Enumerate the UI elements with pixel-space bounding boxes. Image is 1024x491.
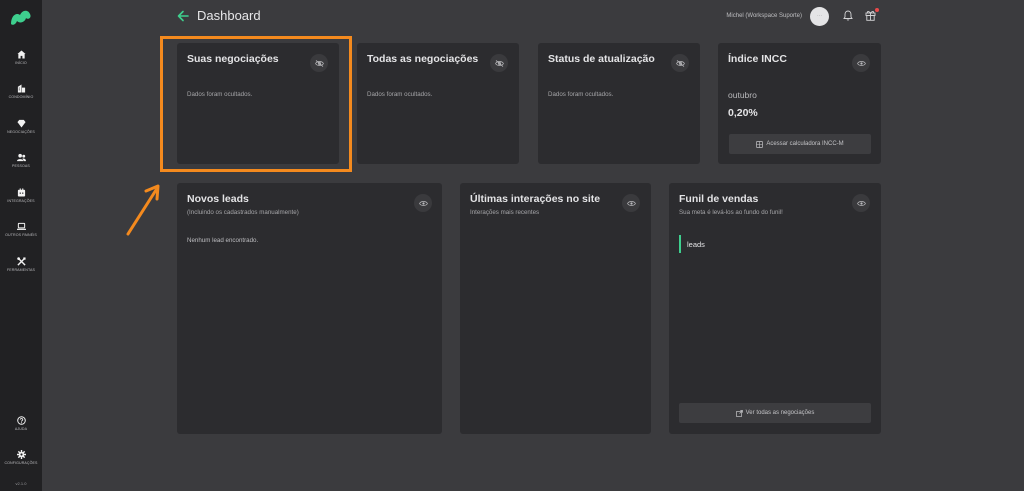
bell-icon[interactable]	[843, 10, 853, 21]
sidebar-item-label: Ferramentas	[7, 267, 35, 272]
sidebar: Início Condomínio Negociações Pessoas In…	[0, 0, 42, 491]
sidebar-item-ajuda[interactable]: Ajuda	[0, 406, 42, 441]
incc-calculator-label: Acessar calculadora INCC-M	[766, 141, 844, 147]
card-funil-vendas: Funil de vendas Sua meta é levá-los ao f…	[669, 183, 881, 434]
sidebar-item-integracoes[interactable]: Integrações	[0, 178, 42, 213]
eye-icon	[418, 200, 428, 206]
avatar[interactable]: ···	[810, 7, 829, 26]
incc-value: 0,20%	[728, 107, 758, 119]
ver-negociacoes-label: Ver todas as negociações	[745, 410, 815, 416]
tools-icon	[16, 257, 26, 266]
card-subtitle: (Incluindo os cadastrados manualmente)	[187, 209, 299, 216]
visibility-toggle-button[interactable]	[490, 54, 508, 72]
card-ultimas-interacoes: Últimas interações no site Interações ma…	[460, 183, 651, 434]
sidebar-item-label: Negociações	[7, 129, 35, 134]
visibility-toggle-button[interactable]	[852, 54, 870, 72]
card-title: Novos leads	[187, 193, 249, 205]
diamond-icon	[16, 119, 26, 128]
puzzle-icon	[17, 188, 25, 197]
sidebar-item-outros-paineis[interactable]: Outros painéis	[0, 213, 42, 248]
card-subtitle: Interações mais recentes	[470, 209, 540, 216]
annotation-highlight-box	[160, 36, 352, 172]
external-link-icon	[735, 409, 743, 417]
sidebar-bottom: Ajuda Configurações v2.1.0	[0, 406, 42, 491]
sidebar-item-label: Pessoas	[12, 164, 30, 169]
sidebar-item-ferramentas[interactable]: Ferramentas	[0, 247, 42, 282]
eye-icon	[626, 200, 636, 206]
calculator-icon	[756, 140, 764, 148]
sidebar-item-inicio[interactable]: Início	[0, 40, 42, 75]
home-icon	[16, 50, 26, 59]
notification-dot	[875, 8, 879, 12]
card-title: Índice INCC	[728, 53, 787, 65]
sidebar-item-negociacoes[interactable]: Negociações	[0, 109, 42, 144]
sidebar-item-label: Integrações	[7, 198, 35, 203]
app-logo-icon[interactable]	[8, 6, 34, 28]
sidebar-item-condominio[interactable]: Condomínio	[0, 75, 42, 110]
sidebar-item-label: Configurações	[4, 461, 38, 466]
card-body-text: Dados foram ocultados.	[548, 91, 614, 98]
visibility-toggle-button[interactable]	[852, 194, 870, 212]
sidebar-item-label: Início	[15, 60, 27, 65]
sidebar-item-label: Condomínio	[8, 95, 34, 100]
card-title: Últimas interações no site	[470, 193, 601, 205]
card-title: Status de atualização	[548, 53, 655, 65]
users-icon	[16, 154, 26, 162]
card-title: Todas as negociações	[367, 53, 479, 65]
visibility-toggle-button[interactable]	[622, 194, 640, 212]
annotation-arrow-icon	[126, 184, 160, 236]
ver-negociacoes-button[interactable]: Ver todas as negociações	[679, 403, 871, 423]
sidebar-item-label: Outros painéis	[5, 233, 37, 238]
eye-off-icon	[675, 59, 685, 67]
card-title: Funil de vendas	[679, 193, 759, 205]
sidebar-nav: Início Condomínio Negociações Pessoas In…	[0, 40, 42, 282]
app-version: v2.1.0	[15, 481, 27, 486]
incc-month: outubro	[728, 90, 757, 100]
funnel-stage-label: leads	[687, 240, 705, 249]
card-status-atualizacao: Status de atualização Dados foram oculta…	[538, 43, 700, 164]
card-novos-leads: Novos leads (Incluindo os cadastrados ma…	[177, 183, 442, 434]
user-name: Michel (Workspace Suporte)	[726, 13, 802, 19]
visibility-toggle-button[interactable]	[671, 54, 689, 72]
avatar-text: ···	[817, 13, 822, 19]
sidebar-item-configuracoes[interactable]: Configurações	[0, 441, 42, 476]
card-subtitle: Sua meta é levá-los ao fundo do funil!	[679, 209, 783, 216]
funnel-stage-bar	[679, 235, 681, 253]
empty-state-text: Nenhum lead encontrado.	[187, 237, 259, 244]
back-arrow-icon[interactable]	[177, 10, 189, 22]
laptop-icon	[16, 223, 26, 231]
incc-calculator-button[interactable]: Acessar calculadora INCC-M	[729, 134, 871, 154]
eye-icon	[856, 60, 866, 66]
gear-icon	[16, 450, 26, 460]
eye-icon	[856, 200, 866, 206]
card-todas-negociacoes: Todas as negociações Dados foram ocultad…	[357, 43, 519, 164]
card-body-text: Dados foram ocultados.	[367, 91, 433, 98]
building-icon	[17, 84, 25, 93]
sidebar-item-pessoas[interactable]: Pessoas	[0, 144, 42, 179]
card-indice-incc: Índice INCC outubro 0,20% Acessar calcul…	[718, 43, 881, 164]
sidebar-item-label: Ajuda	[14, 426, 28, 431]
page-title: Dashboard	[197, 8, 261, 23]
eye-off-icon	[494, 59, 504, 67]
visibility-toggle-button[interactable]	[414, 194, 432, 212]
help-icon	[16, 415, 26, 425]
